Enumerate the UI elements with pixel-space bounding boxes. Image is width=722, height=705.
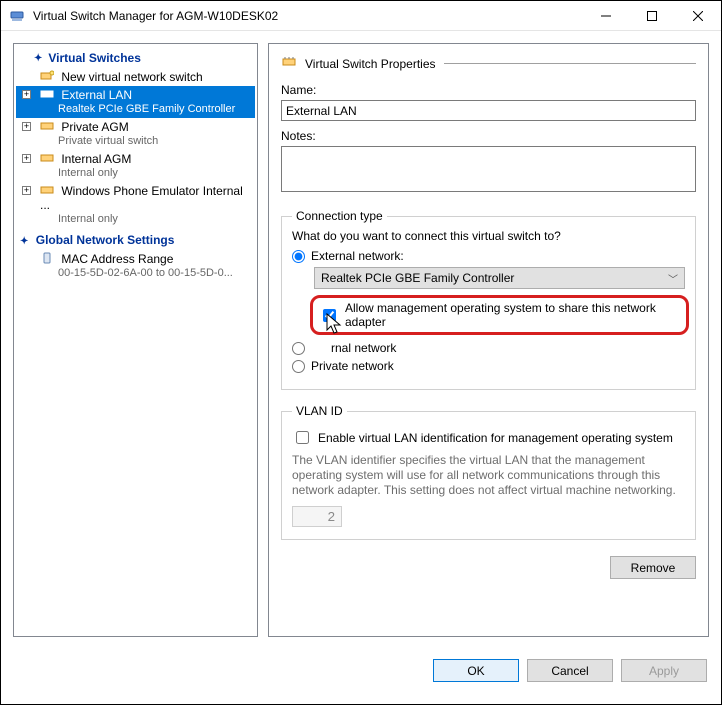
tree-item-sublabel: Internal only [40,212,251,226]
tree-header-global[interactable]: ✦ Global Network Settings [16,230,255,250]
vlan-description: The VLAN identifier specifies the virtua… [292,453,685,498]
tree-item-sublabel: Internal only [40,166,251,180]
tree-item-sublabel: Realtek PCIe GBE Family Controller [40,102,251,116]
expander-icon[interactable]: + [22,154,31,163]
expander-icon[interactable]: + [22,122,31,131]
ok-button[interactable]: OK [433,659,519,682]
name-label: Name: [281,83,696,97]
switch-icon [40,184,54,196]
allow-mgmt-highlight: Allow management operating system to sha… [310,295,689,335]
vlan-enable-label: Enable virtual LAN identification for ma… [318,431,673,445]
vlan-legend: VLAN ID [292,404,347,418]
connection-question: What do you want to connect this virtual… [292,229,685,243]
tree-item-label: Windows Phone Emulator Internal ... [40,184,243,212]
radio-internal-label: Internal network [311,341,396,355]
expander-icon[interactable]: + [22,90,31,99]
app-icon [9,8,25,24]
expander-icon[interactable]: + [22,186,31,195]
switch-icon [40,152,54,164]
radio-internal[interactable]: Internal network [292,341,685,355]
radio-external-label: External network: [311,249,404,263]
radio-external-input[interactable] [292,250,305,263]
tree-item-wp-emulator[interactable]: + Windows Phone Emulator Internal ... In… [16,182,255,228]
close-button[interactable] [675,1,721,31]
connection-legend: Connection type [292,209,387,223]
adapter-selected: Realtek PCIe GBE Family Controller [321,271,514,285]
notes-field[interactable] [281,146,696,192]
mac-icon [40,252,54,264]
connection-type-group: Connection type What do you want to conn… [281,209,696,390]
radio-private-input[interactable] [292,360,305,373]
properties-icon [281,54,297,73]
tree-header-label: Virtual Switches [48,51,140,65]
chevron-down-icon: ﹀ [668,271,678,286]
switch-icon [40,88,54,100]
radio-external[interactable]: External network: [292,249,685,263]
switch-icon [40,120,54,132]
content-area: ✦ Virtual Switches New virtual network s… [1,31,721,649]
tree-item-mac-range[interactable]: MAC Address Range 00-15-5D-02-6A-00 to 0… [16,250,255,282]
tree-item-label: MAC Address Range [61,252,173,266]
notes-label: Notes: [281,129,696,143]
tree-item-label: Internal AGM [61,152,131,166]
allow-mgmt-checkbox[interactable] [323,309,336,322]
cancel-button[interactable]: Cancel [527,659,613,682]
divider [444,63,697,64]
vlan-enable-checkbox[interactable] [296,431,309,444]
tree-item-sublabel: Private virtual switch [40,134,251,148]
collapse-icon: ✦ [20,236,28,247]
window-title: Virtual Switch Manager for AGM-W10DESK02 [33,9,583,23]
properties-pane: Virtual Switch Properties Name: Notes: C… [268,43,709,637]
vlan-group: VLAN ID Enable virtual LAN identificatio… [281,404,696,540]
radio-private-label: Private network [311,359,394,373]
tree-item-label: Private AGM [61,120,128,134]
tree-header-switches[interactable]: ✦ Virtual Switches [16,48,255,68]
adapter-dropdown[interactable]: Realtek PCIe GBE Family Controller ﹀ [314,267,685,289]
maximize-button[interactable] [629,1,675,31]
tree-item-sublabel: 00-15-5D-02-6A-00 to 00-15-5D-0... [40,266,251,280]
vlan-enable-row[interactable]: Enable virtual LAN identification for ma… [292,428,685,447]
new-switch-icon [40,70,54,82]
collapse-icon: ✦ [34,53,42,64]
tree-item-label: New virtual network switch [61,70,202,84]
apply-button[interactable]: Apply [621,659,707,682]
minimize-button[interactable] [583,1,629,31]
tree-item-private-agm[interactable]: + Private AGM Private virtual switch [16,118,255,150]
tree-item-external-lan[interactable]: + External LAN Realtek PCIe GBE Family C… [16,86,255,118]
tree-pane: ✦ Virtual Switches New virtual network s… [13,43,258,637]
tree-item-label: External LAN [61,88,132,102]
titlebar: Virtual Switch Manager for AGM-W10DESK02 [1,1,721,31]
radio-private[interactable]: Private network [292,359,685,373]
remove-button[interactable]: Remove [610,556,696,579]
allow-mgmt-label: Allow management operating system to sha… [345,301,680,329]
section-header: Virtual Switch Properties [281,54,696,73]
tree-new-switch[interactable]: New virtual network switch [16,68,255,86]
section-title: Virtual Switch Properties [305,57,436,71]
tree-header-label: Global Network Settings [36,233,175,247]
vlan-id-field [292,506,342,527]
radio-internal-input[interactable] [292,342,305,355]
tree-item-internal-agm[interactable]: + Internal AGM Internal only [16,150,255,182]
name-field[interactable] [281,100,696,121]
dialog-footer: OK Cancel Apply [1,649,721,682]
